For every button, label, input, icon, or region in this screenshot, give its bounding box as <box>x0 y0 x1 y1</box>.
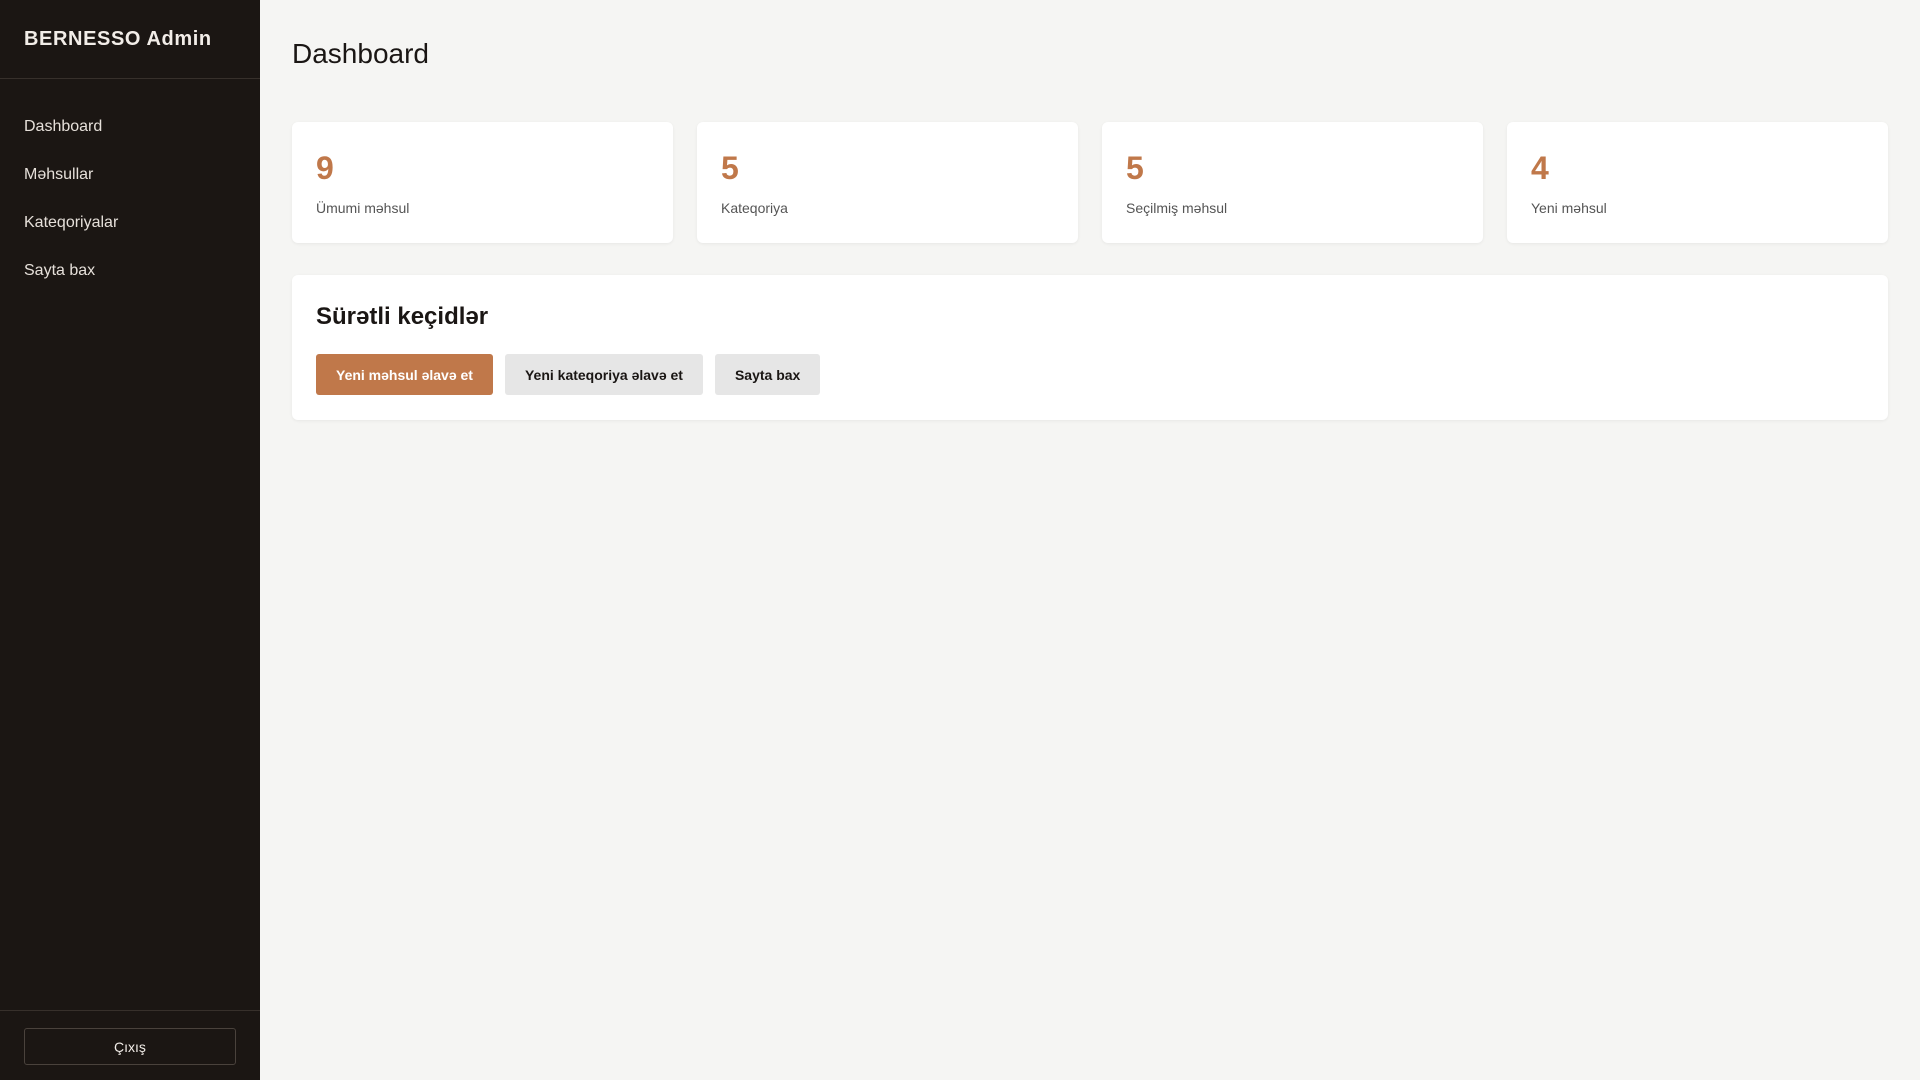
stat-label: Ümumi məhsul <box>316 200 410 216</box>
stat-label: Seçilmiş məhsul <box>1126 200 1228 216</box>
page-title: Dashboard <box>292 38 429 69</box>
logout-button[interactable]: Çıxış <box>24 1028 236 1065</box>
sidebar-item-products[interactable]: Məhsullar <box>0 151 260 199</box>
stats-row: 9 Ümumi məhsul 5 Kateqoriya 5 Seçilmiş m… <box>292 122 1888 243</box>
sidebar: BERNESSO Admin Dashboard Məhsullar Kateq… <box>0 0 260 1080</box>
sidebar-item-view-site[interactable]: Sayta bax <box>0 247 260 295</box>
stat-value: 9 <box>316 150 334 186</box>
stat-value: 4 <box>1531 150 1549 186</box>
sidebar-item-categories[interactable]: Kateqoriyalar <box>0 199 260 247</box>
quick-links-panel: Sürətli keçidlər Yeni məhsul əlavə et Ye… <box>292 275 1888 420</box>
add-category-button[interactable]: Yeni kateqoriya əlavə et <box>504 354 703 395</box>
add-product-button[interactable]: Yeni məhsul əlavə et <box>316 354 493 395</box>
stat-card-featured-products: 5 Seçilmiş məhsul <box>1102 122 1483 243</box>
sidebar-nav: Dashboard Məhsullar Kateqoriyalar Sayta … <box>0 79 260 295</box>
quick-links-buttons: Yeni məhsul əlavə et Yeni kateqoriya əla… <box>316 354 1864 395</box>
sidebar-footer: Çıxış <box>0 1010 260 1080</box>
stat-value: 5 <box>1126 150 1144 186</box>
main-content: Dashboard 9 Ümumi məhsul 5 Kateqoriya 5 … <box>260 0 1920 1080</box>
view-site-button[interactable]: Sayta bax <box>714 354 821 395</box>
stat-card-categories: 5 Kateqoriya <box>697 122 1078 243</box>
brand-title: BERNESSO Admin <box>0 0 260 79</box>
sidebar-item-dashboard[interactable]: Dashboard <box>0 103 260 151</box>
stat-value: 5 <box>721 150 739 186</box>
stat-label: Yeni məhsul <box>1531 200 1607 216</box>
stat-card-total-products: 9 Ümumi məhsul <box>292 122 673 243</box>
stat-label: Kateqoriya <box>721 200 788 216</box>
stat-card-new-products: 4 Yeni məhsul <box>1507 122 1888 243</box>
quick-links-title: Sürətli keçidlər <box>316 303 489 330</box>
